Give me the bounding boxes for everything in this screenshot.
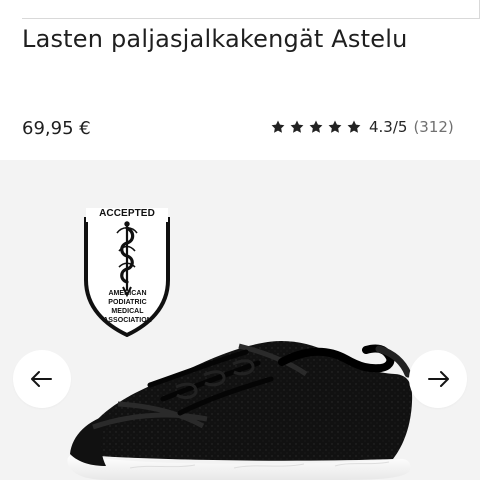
star-icon — [290, 120, 304, 133]
rating-stars — [270, 119, 362, 135]
black-knit-barefoot-shoe-image — [67, 341, 413, 480]
badge-caption: AMERICAN PODIATRIC MEDICAL ASSOCIATION — [91, 289, 164, 325]
badge-caption-line: MEDICAL — [111, 308, 144, 315]
rating-score: 4.3/5 — [369, 118, 408, 136]
review-count: (312) — [413, 118, 454, 136]
arrow-right-icon — [428, 371, 449, 387]
product-rating[interactable]: 4.3/5 (312) — [270, 115, 468, 139]
star-icon — [309, 120, 323, 133]
product-title: Lasten paljasjalkakengät Astelu — [22, 25, 408, 53]
star-icon — [328, 120, 342, 133]
arrow-left-icon — [31, 371, 52, 387]
previous-image-button[interactable] — [13, 350, 71, 408]
star-icon — [271, 120, 285, 133]
next-image-button[interactable] — [409, 350, 467, 408]
badge-caption-line: ASSOCIATION — [103, 317, 152, 324]
top-divider — [22, 0, 480, 19]
badge-caption-line: AMERICAN — [108, 290, 147, 297]
product-page: Lasten paljasjalkakengät Astelu 69,95 € … — [0, 0, 480, 480]
product-image-gallery: ACCEPTED AMERICAN PODIATRIC MEDICAL ASSO… — [0, 160, 480, 480]
product-price: 69,95 € — [22, 118, 91, 139]
badge-top-text: ACCEPTED — [99, 208, 155, 219]
star-icon — [347, 120, 361, 133]
badge-caption-line: PODIATRIC — [108, 299, 147, 306]
